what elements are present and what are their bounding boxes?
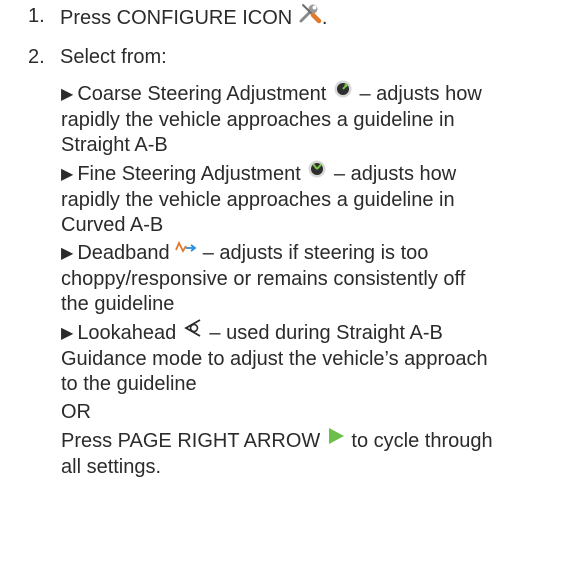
fine-steering-knob-icon xyxy=(306,159,328,186)
or-separator: OR xyxy=(61,401,91,423)
option-desc-line: to the guideline xyxy=(61,373,197,395)
option-desc: – adjusts if steering is too xyxy=(197,242,429,264)
step-number: 1. xyxy=(28,5,45,27)
step-1-label: Press CONFIGURE ICON xyxy=(60,6,293,29)
option-desc-line: rapidly the vehicle approaches a guideli… xyxy=(61,109,455,131)
step-text: Press CONFIGURE ICON . xyxy=(60,4,327,33)
deadband-icon xyxy=(175,239,197,264)
option-coarse-steering: ▶ Coarse Steering Adjustment – adjusts ho… xyxy=(61,79,541,158)
option-label: Fine Steering Adjustment xyxy=(77,162,301,185)
step-number: 2. xyxy=(28,46,45,68)
page-right-arrow-icon xyxy=(326,426,346,453)
bullet-arrow-icon: ▶ xyxy=(61,245,74,262)
option-label: Deadband xyxy=(77,242,170,264)
option-fine-steering: ▶ Fine Steering Adjustment – adjusts how … xyxy=(61,159,541,238)
option-desc: – adjusts how xyxy=(353,82,482,105)
option-desc-line: the guideline xyxy=(61,293,175,315)
final-text-rest: all settings. xyxy=(61,456,162,478)
final-text-after: to cycle through xyxy=(345,429,493,452)
option-desc-line: rapidly the vehicle approaches a guideli… xyxy=(61,189,455,211)
option-label: Lookahead xyxy=(77,321,177,344)
option-desc: – adjusts how xyxy=(328,162,457,185)
option-desc-line: Curved A-B xyxy=(61,214,164,236)
option-lookahead: ▶ Lookahead – used during Straight A-B Gu… xyxy=(61,318,541,397)
option-deadband: ▶ Deadband – adjusts if steering is too c… xyxy=(61,241,541,317)
option-desc-line: Guidance mode to adjust the vehicle’s ap… xyxy=(61,348,488,370)
option-list: ▶ Coarse Steering Adjustment – adjusts ho… xyxy=(61,79,541,480)
lookahead-icon xyxy=(182,318,204,345)
step-text: Select from: xyxy=(60,46,167,68)
bullet-arrow-icon: ▶ xyxy=(61,324,74,342)
step-1-period: . xyxy=(321,6,328,29)
coarse-steering-knob-icon xyxy=(332,79,354,106)
option-desc-line: choppy/responsive or remains consistentl… xyxy=(61,268,466,290)
option-desc-line: Straight A-B xyxy=(61,134,168,156)
bullet-arrow-icon: ▶ xyxy=(61,85,74,103)
option-label: Coarse Steering Adjustment xyxy=(77,82,327,105)
bullet-arrow-icon: ▶ xyxy=(61,165,74,183)
configure-tools-icon xyxy=(298,2,322,31)
final-text-before: Press PAGE RIGHT ARROW xyxy=(61,429,321,452)
option-desc: – used during Straight A-B xyxy=(203,321,443,344)
final-instruction: Press PAGE RIGHT ARROW to cycle through … xyxy=(61,428,541,480)
